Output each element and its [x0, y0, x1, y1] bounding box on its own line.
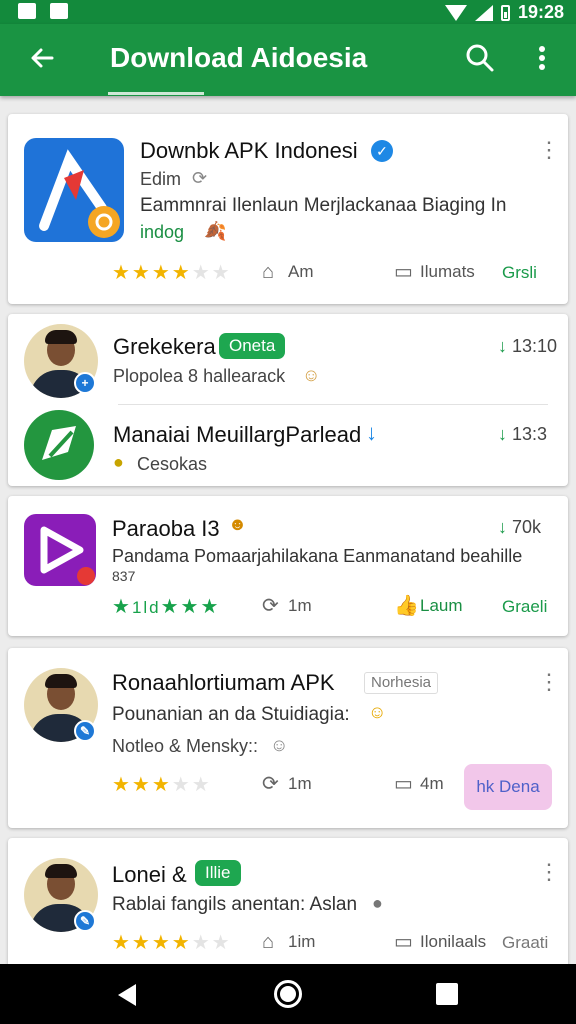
app-card[interactable]: Paraoba I3 ☻ ↓ 70k Pandama Pomaarjahilak…: [8, 496, 568, 636]
app-card[interactable]: Downbk APK Indonesi ✓ ⋮ Edim ⟳ Eammnrai …: [8, 114, 568, 304]
play-logo-icon: [24, 514, 96, 586]
battery-icon: [500, 4, 510, 21]
app-card[interactable]: ✎ Ronaahlortiumam APK Norhesia ⋮ Pounani…: [8, 648, 568, 828]
region-tag: Norhesia: [364, 672, 439, 694]
back-arrow-icon[interactable]: [24, 40, 60, 76]
action-button[interactable]: hk Dena: [464, 764, 552, 810]
app-title[interactable]: Ronaahlortiumam APK: [112, 670, 335, 696]
app-subtitle: Notleo & Mensky::: [112, 736, 259, 756]
app-description: Pandama Pomaarjahilakana Eanmanatand bea…: [112, 546, 523, 566]
status-badge: Oneta: [219, 333, 286, 359]
app-description: Rablai fangils anentan: Aslan: [112, 894, 358, 915]
download-arrow-icon: ↓: [498, 424, 507, 444]
star-rating: ★★★★★: [112, 774, 212, 796]
refresh-icon: ⟳: [262, 773, 279, 795]
page-title: Download Aidoesia: [110, 42, 368, 73]
title-underline: [108, 92, 204, 95]
system-navigation-bar: [0, 964, 576, 1024]
emoji-icon: 🍂: [204, 221, 227, 241]
download-arrow-icon: ↓: [498, 336, 507, 356]
list-item[interactable]: Manaiai MeuillargParlead ↓ ↓ 13:3 ● Ceso…: [8, 404, 568, 486]
app-title[interactable]: Lonei &: [112, 862, 187, 888]
item-title: Manaiai MeuillargParlead: [113, 422, 362, 447]
app-logo-icon: [24, 138, 124, 242]
emoji-icon: ☻: [228, 514, 247, 534]
search-icon[interactable]: [464, 42, 496, 74]
app-description: Pounanian an da Stuidiagia:: [112, 704, 350, 725]
download-time: ↓ 13:10: [498, 336, 558, 356]
refresh-icon: ⟳: [262, 595, 279, 617]
status-time: 19:28: [517, 2, 564, 22]
card-menu-icon[interactable]: ⋮: [538, 138, 560, 162]
share-icon: ⌂: [262, 261, 275, 283]
app-bar: Download Aidoesia: [0, 24, 576, 96]
price-label[interactable]: Grsli: [502, 263, 537, 283]
plus-badge-icon: +: [74, 372, 96, 394]
price-label[interactable]: Graeli: [502, 597, 547, 617]
photo-notification-icon: [18, 3, 36, 19]
edit-badge-icon: ✎: [74, 910, 96, 932]
share-stat[interactable]: ⌂ Am: [262, 262, 314, 282]
download-list-card: + Grekekera Oneta ↓ 13:10 Plopolea 8 hal…: [8, 314, 568, 486]
wifi-icon: [444, 4, 467, 21]
download-arrow-icon: ↓: [498, 517, 507, 537]
mail-notification-icon: [50, 3, 68, 19]
app-title[interactable]: Paraoba I3: [112, 516, 220, 542]
globe-icon: ●: [372, 893, 383, 913]
emoji-icon: ☺: [368, 702, 387, 722]
status-badge: Illie: [195, 860, 241, 886]
app-logo-icon: [24, 410, 94, 480]
share-stat[interactable]: ⌂ 1im: [262, 932, 315, 952]
comment-stat[interactable]: ▭ Ilumats: [394, 262, 475, 282]
comment-stat[interactable]: ▭ 4m: [394, 774, 444, 794]
item-subtitle: Cesokas: [137, 454, 208, 474]
nav-back-icon[interactable]: [118, 984, 136, 1006]
comment-stat[interactable]: ▭ Ilonilaals: [394, 932, 486, 952]
app-title[interactable]: Downbk APK Indonesi: [140, 138, 358, 164]
card-menu-icon[interactable]: ⋮: [538, 670, 560, 694]
app-author: Edim: [140, 169, 182, 189]
star-rating: ★★★★★★: [112, 932, 232, 954]
app-tag: indog: [140, 222, 185, 242]
card-menu-icon[interactable]: ⋮: [538, 860, 560, 884]
item-subtitle: Plopolea 8 hallearack: [113, 366, 286, 386]
thumbs-up-icon: 👍: [394, 595, 419, 617]
emoji-icon: ●: [113, 452, 124, 472]
verified-icon: ✓: [371, 140, 393, 162]
share-icon: ⌂: [262, 931, 275, 953]
share-stat[interactable]: ⟳ 1m: [262, 774, 312, 794]
edit-badge-icon: ✎: [74, 720, 96, 742]
star-rating: ★1ld★★★: [112, 596, 221, 618]
comment-icon: ▭: [394, 931, 413, 953]
price-label[interactable]: Graati: [502, 933, 548, 953]
star-rating: ★★★★★★: [112, 262, 232, 284]
emoji-icon: ☺: [302, 365, 321, 385]
refresh-icon: ⟳: [192, 168, 208, 188]
more-options-icon[interactable]: [528, 42, 556, 74]
download-size: ↓ 70k: [498, 517, 542, 537]
list-item[interactable]: + Grekekera Oneta ↓ 13:10 Plopolea 8 hal…: [8, 314, 568, 404]
comment-icon: ▭: [394, 261, 413, 283]
download-time: ↓ 13:3: [498, 424, 548, 444]
like-stat[interactable]: 👍 Laum: [394, 596, 463, 616]
star-icon: ★: [112, 596, 132, 618]
comment-icon: ▭: [394, 773, 413, 795]
notification-icons: [18, 3, 68, 19]
status-bar: 19:28: [0, 0, 576, 24]
nav-recents-icon[interactable]: [436, 983, 458, 1005]
nav-home-icon[interactable]: [274, 980, 302, 1008]
item-title: Grekekera: [113, 334, 216, 359]
share-stat[interactable]: ⟳ 1m: [262, 596, 312, 616]
download-arrow-icon: ↓: [366, 420, 377, 445]
app-description: Eammnrai Ilenlaun Merjlackanaa Biaging I…: [140, 195, 507, 216]
app-description-line2: 837: [112, 568, 136, 584]
emoji-icon: ☺: [270, 735, 289, 755]
app-card[interactable]: ✎ Lonei & Illie ⋮ Rablai fangils anentan…: [8, 838, 568, 968]
signal-icon: [474, 4, 493, 21]
